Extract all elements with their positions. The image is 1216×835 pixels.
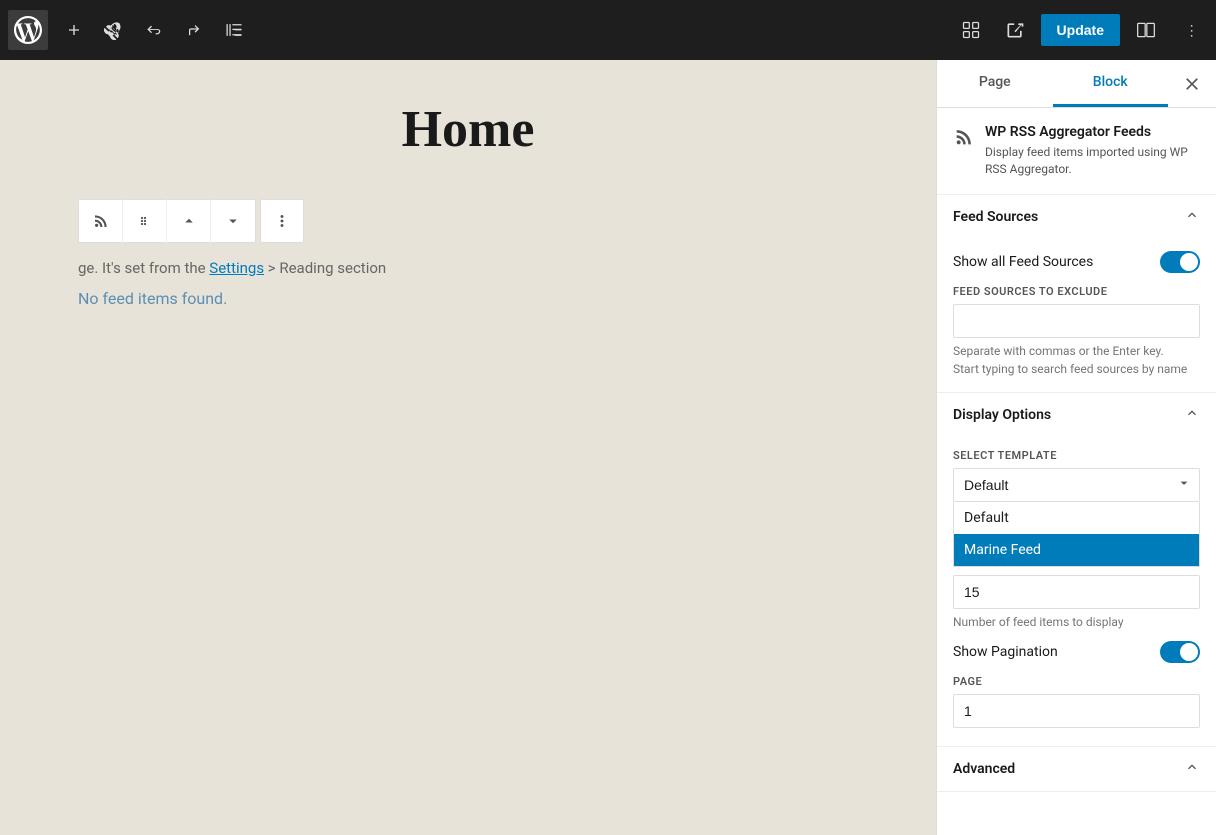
feed-sources-title: Feed Sources (953, 209, 1038, 225)
advanced-section: Advanced (937, 747, 1216, 792)
tab-block[interactable]: Block (1053, 60, 1169, 107)
wp-logo-button[interactable] (8, 10, 48, 50)
display-options-chevron-icon (1184, 405, 1200, 425)
show-pagination-label: Show Pagination (953, 644, 1058, 660)
show-pagination-toggle[interactable] (1160, 641, 1200, 663)
display-options-body: SELECT TEMPLATE Default Marine Feed Defa… (937, 437, 1216, 746)
feed-sources-chevron-icon (1184, 207, 1200, 227)
select-template-label: SELECT TEMPLATE (953, 449, 1200, 462)
num-items-input[interactable] (953, 575, 1200, 609)
display-options-title: Display Options (953, 407, 1051, 423)
plugin-header: WP RSS Aggregator Feeds Display feed ite… (937, 108, 1216, 195)
edit-button[interactable] (96, 12, 132, 48)
advanced-title: Advanced (953, 761, 1015, 777)
sidebar-toggle-button[interactable] (1128, 12, 1164, 48)
feed-sources-header[interactable]: Feed Sources (937, 195, 1216, 239)
toolbar-left (8, 10, 252, 50)
block-rss-icon-button[interactable] (79, 199, 123, 243)
plugin-title: WP RSS Aggregator Feeds (985, 124, 1200, 140)
add-block-button[interactable] (56, 12, 92, 48)
template-option-marine[interactable]: Marine Feed (954, 534, 1199, 566)
page-input[interactable] (953, 694, 1200, 728)
exclude-helper1: Separate with commas or the Enter key. (953, 344, 1200, 358)
list-view-button[interactable] (216, 12, 252, 48)
toolbar-right: Update (953, 12, 1208, 48)
undo-button[interactable] (136, 12, 172, 48)
page-label: PAGE (953, 675, 1200, 688)
external-link-button[interactable] (997, 12, 1033, 48)
tab-page[interactable]: Page (937, 60, 1053, 107)
exclude-label: FEED SOURCES TO EXCLUDE (953, 285, 1200, 298)
main-area: Home (0, 60, 1216, 835)
select-template-input[interactable]: Default Marine Feed (953, 468, 1200, 502)
exclude-input[interactable] (953, 304, 1200, 338)
block-text: ge. It's set from the Settings > Reading… (78, 259, 858, 277)
plugin-rss-icon (953, 126, 975, 152)
view-button[interactable] (953, 12, 989, 48)
options-button[interactable] (1172, 12, 1208, 48)
template-dropdown-options: Default Marine Feed (953, 502, 1200, 567)
plugin-info: WP RSS Aggregator Feeds Display feed ite… (985, 124, 1200, 178)
show-all-feed-sources-row: Show all Feed Sources (953, 251, 1200, 273)
sidebar-tabs: Page Block (937, 60, 1216, 108)
update-button[interactable]: Update (1041, 14, 1120, 46)
show-all-toggle[interactable] (1160, 251, 1200, 273)
page-title: Home (78, 100, 858, 159)
sidebar-close-button[interactable] (1168, 60, 1216, 107)
show-pagination-row: Show Pagination (953, 641, 1200, 663)
redo-button[interactable] (176, 12, 212, 48)
feed-sources-section: Feed Sources Show all Feed Sources FEED … (937, 195, 1216, 393)
select-template-wrapper: Default Marine Feed (953, 468, 1200, 502)
feed-sources-body: Show all Feed Sources FEED SOURCES TO EX… (937, 239, 1216, 392)
advanced-header[interactable]: Advanced (937, 747, 1216, 791)
template-option-default[interactable]: Default (954, 502, 1199, 534)
num-items-helper: Number of feed items to display (953, 615, 1200, 629)
sidebar-content: WP RSS Aggregator Feeds Display feed ite… (937, 108, 1216, 835)
block-down-button[interactable] (211, 199, 255, 243)
advanced-chevron-icon (1184, 759, 1200, 779)
canvas-area: Home (0, 60, 936, 835)
block-wrapper (78, 199, 858, 243)
block-grid-button[interactable] (123, 199, 167, 243)
no-feed-text: No feed items found. (78, 289, 858, 308)
block-toolbar (78, 199, 256, 243)
top-toolbar: Update (0, 0, 1216, 60)
block-up-button[interactable] (167, 199, 211, 243)
plugin-desc: Display feed items imported using WP RSS… (985, 144, 1200, 178)
exclude-helper2: Start typing to search feed sources by n… (953, 362, 1200, 376)
block-more-button[interactable] (260, 199, 304, 243)
display-options-header[interactable]: Display Options (937, 393, 1216, 437)
sidebar: Page Block WP RSS Aggregator Feeds Displ… (936, 60, 1216, 835)
canvas-inner: Home (18, 60, 918, 348)
display-options-section: Display Options SELECT TEMPLATE Default … (937, 393, 1216, 747)
show-all-label: Show all Feed Sources (953, 254, 1093, 270)
